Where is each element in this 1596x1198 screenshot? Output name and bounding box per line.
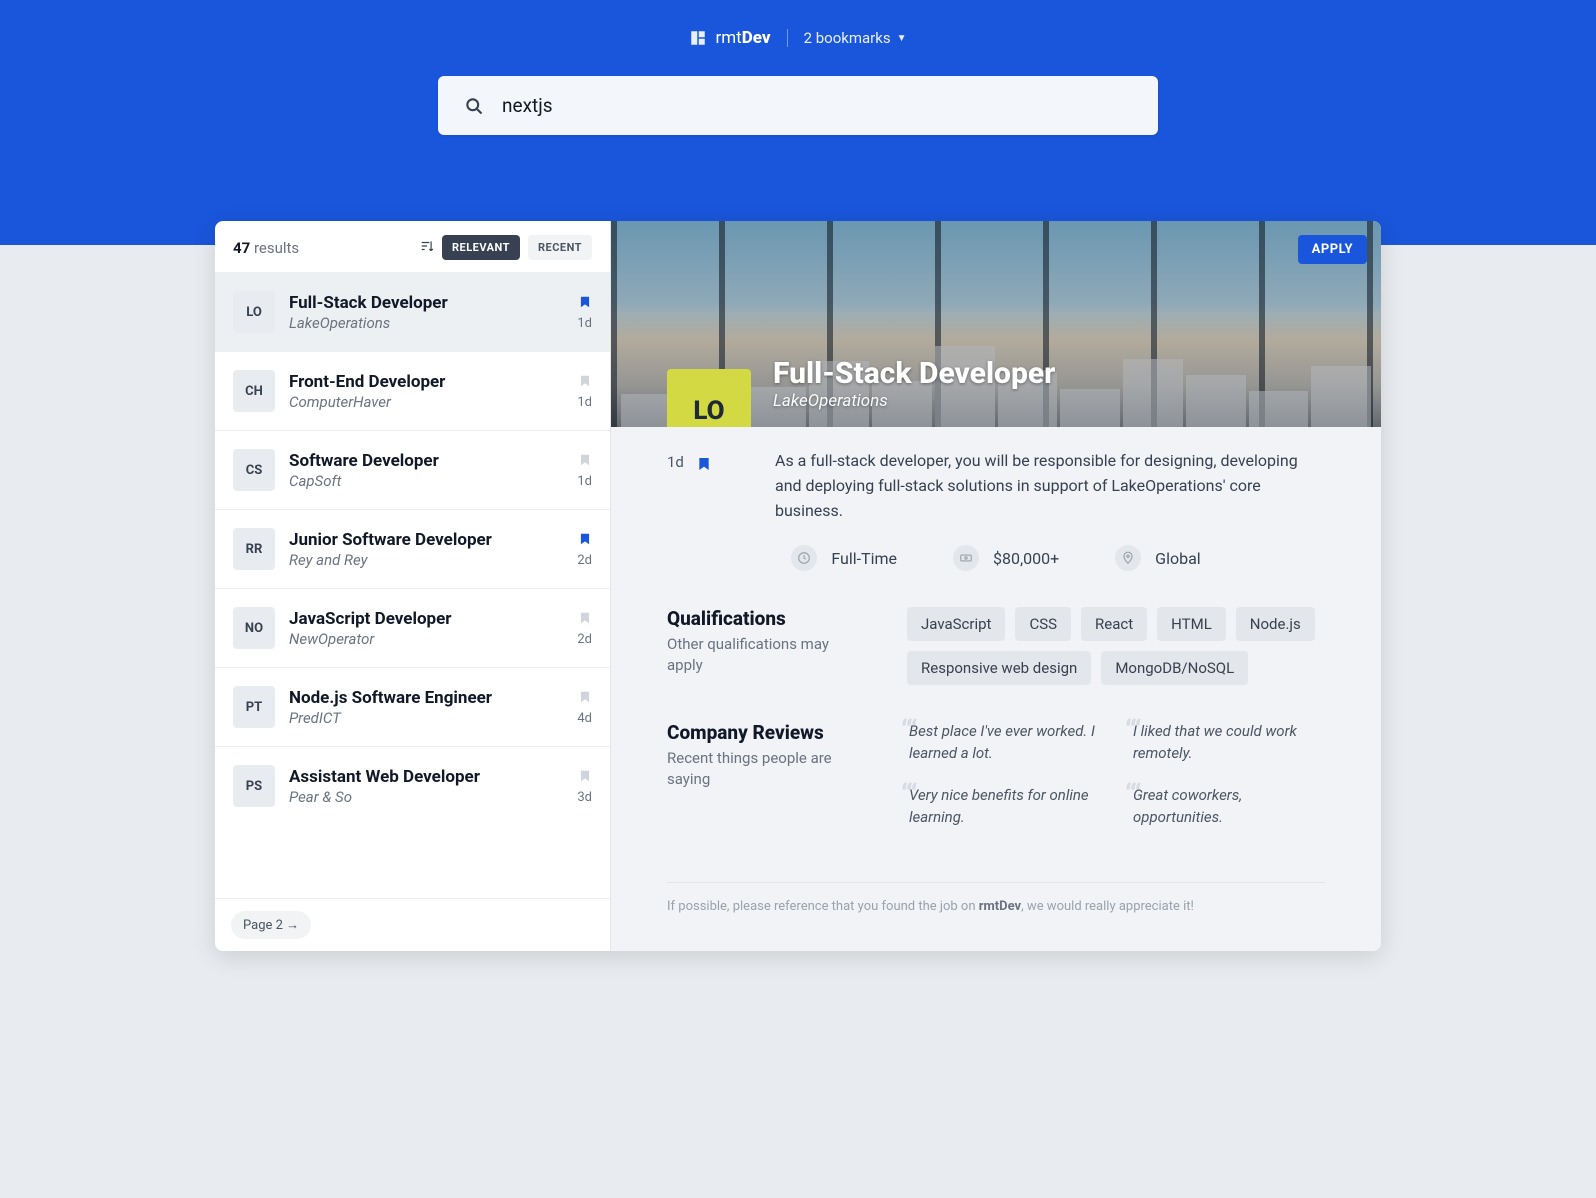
qualification-tag: React xyxy=(1081,607,1147,641)
job-age: 1d xyxy=(577,316,592,331)
job-title: Assistant Web Developer xyxy=(289,766,563,788)
bookmark-icon[interactable] xyxy=(578,294,592,310)
sort-icon xyxy=(420,239,434,257)
job-age: 3d xyxy=(577,790,592,805)
job-item[interactable]: PS Assistant Web DeveloperPear & So 3d xyxy=(215,746,610,825)
main-panel: 47 results RELEVANT RECENT LO Full-Stack … xyxy=(215,221,1381,951)
bookmark-icon[interactable] xyxy=(578,689,592,705)
hero-image: APPLY LO Full-Stack Developer LakeOperat… xyxy=(611,221,1381,427)
next-page-button[interactable]: Page 2 → xyxy=(231,911,311,939)
caret-down-icon: ▼ xyxy=(897,33,907,44)
bookmark-icon[interactable] xyxy=(578,531,592,547)
job-badge: PT xyxy=(233,686,275,728)
logo[interactable]: rmtDev xyxy=(689,28,770,48)
job-age: 1d xyxy=(577,474,592,489)
bookmark-icon[interactable] xyxy=(578,373,592,389)
job-title: Full-Stack Developer xyxy=(289,292,563,314)
job-item[interactable]: CS Software DeveloperCapSoft 1d xyxy=(215,430,610,509)
results-panel: 47 results RELEVANT RECENT LO Full-Stack … xyxy=(215,221,611,951)
logo-icon xyxy=(689,29,707,47)
job-company: Rey and Rey xyxy=(289,551,563,569)
reviews-title: Company Reviews xyxy=(667,721,867,744)
logo-text: rmtDev xyxy=(715,28,770,48)
qualification-tag: Responsive web design xyxy=(907,651,1091,685)
qualification-tag: CSS xyxy=(1015,607,1071,641)
detail-job-title: Full-Stack Developer xyxy=(773,356,1055,391)
job-company: CapSoft xyxy=(289,472,563,490)
job-badge: PS xyxy=(233,765,275,807)
job-title: Software Developer xyxy=(289,450,563,472)
header: rmtDev 2 bookmarks ▼ xyxy=(0,0,1596,245)
job-age: 4d xyxy=(577,711,592,726)
bookmark-icon[interactable] xyxy=(696,454,710,470)
bookmark-icon[interactable] xyxy=(578,768,592,784)
review-item: I liked that we could work remotely. xyxy=(1131,721,1325,765)
divider xyxy=(787,29,788,47)
detail-company-name: LakeOperations xyxy=(773,391,1055,411)
job-list: LOFull-Stack DeveloperLakeOperations1dCH… xyxy=(215,272,610,898)
reviews-grid: Best place I've ever worked. I learned a… xyxy=(907,721,1325,828)
sort-recent-button[interactable]: RECENT xyxy=(528,235,592,260)
job-badge: CH xyxy=(233,370,275,412)
pin-icon xyxy=(1115,545,1141,571)
job-badge: NO xyxy=(233,607,275,649)
qualification-tag: HTML xyxy=(1157,607,1226,641)
bookmarks-dropdown[interactable]: 2 bookmarks ▼ xyxy=(804,29,907,47)
sort-relevant-button[interactable]: RELEVANT xyxy=(442,235,520,260)
review-item: Great coworkers, opportunities. xyxy=(1131,785,1325,829)
chip-salary: $80,000+ xyxy=(953,545,1059,571)
job-age: 2d xyxy=(577,632,592,647)
job-age: 2d xyxy=(577,553,592,568)
qualifications-title: Qualifications xyxy=(667,607,867,630)
qualifications-tags: JavaScript CSS React HTML Node.js Responsive … xyxy=(907,607,1325,685)
job-title: JavaScript Developer xyxy=(289,608,563,630)
job-age: 1d xyxy=(577,395,592,410)
job-item[interactable]: NO JavaScript DeveloperNewOperator 2d xyxy=(215,588,610,667)
job-company: ComputerHaver xyxy=(289,393,563,411)
qualification-tag: MongoDB/NoSQL xyxy=(1101,651,1248,685)
qualification-tag: JavaScript xyxy=(907,607,1005,641)
results-count: 47 results xyxy=(233,239,299,257)
qualifications-sub: Other qualifications may apply xyxy=(667,634,867,676)
job-badge: LO xyxy=(233,291,275,333)
job-company: PredICT xyxy=(289,709,563,727)
bookmarks-label: 2 bookmarks xyxy=(804,29,891,47)
job-title: Junior Software Developer xyxy=(289,529,563,551)
search-bar[interactable] xyxy=(438,76,1158,135)
detail-company-badge: LO xyxy=(667,369,751,427)
job-item[interactable]: CH Front-End DeveloperComputerHaver 1d xyxy=(215,351,610,430)
money-icon xyxy=(953,545,979,571)
job-item[interactable]: RR Junior Software DeveloperRey and Rey 2d xyxy=(215,509,610,588)
reviews-sub: Recent things people are saying xyxy=(667,748,867,790)
bookmark-icon[interactable] xyxy=(578,610,592,626)
job-company: LakeOperations xyxy=(289,314,563,332)
job-title: Front-End Developer xyxy=(289,371,563,393)
detail-age: 1d xyxy=(667,453,684,471)
review-item: Very nice benefits for online learning. xyxy=(907,785,1101,829)
job-title: Node.js Software Engineer xyxy=(289,687,563,709)
job-company: Pear & So xyxy=(289,788,563,806)
detail-panel: APPLY LO Full-Stack Developer LakeOperat… xyxy=(611,221,1381,951)
review-item: Best place I've ever worked. I learned a… xyxy=(907,721,1101,765)
chip-type: Full-Time xyxy=(791,545,897,571)
job-badge: CS xyxy=(233,449,275,491)
job-item[interactable]: PT Node.js Software EngineerPredICT 4d xyxy=(215,667,610,746)
job-badge: RR xyxy=(233,528,275,570)
job-company: NewOperator xyxy=(289,630,563,648)
qualification-tag: Node.js xyxy=(1236,607,1315,641)
footnote: If possible, please reference that you f… xyxy=(667,882,1325,934)
search-input[interactable] xyxy=(502,94,1132,117)
job-item[interactable]: LO Full-Stack DeveloperLakeOperations 1d xyxy=(215,272,610,351)
bookmark-icon[interactable] xyxy=(578,452,592,468)
search-icon xyxy=(464,96,484,116)
chip-location: Global xyxy=(1115,545,1201,571)
clock-icon xyxy=(791,545,817,571)
apply-button[interactable]: APPLY xyxy=(1298,235,1367,264)
detail-description: As a full-stack developer, you will be r… xyxy=(775,449,1325,523)
